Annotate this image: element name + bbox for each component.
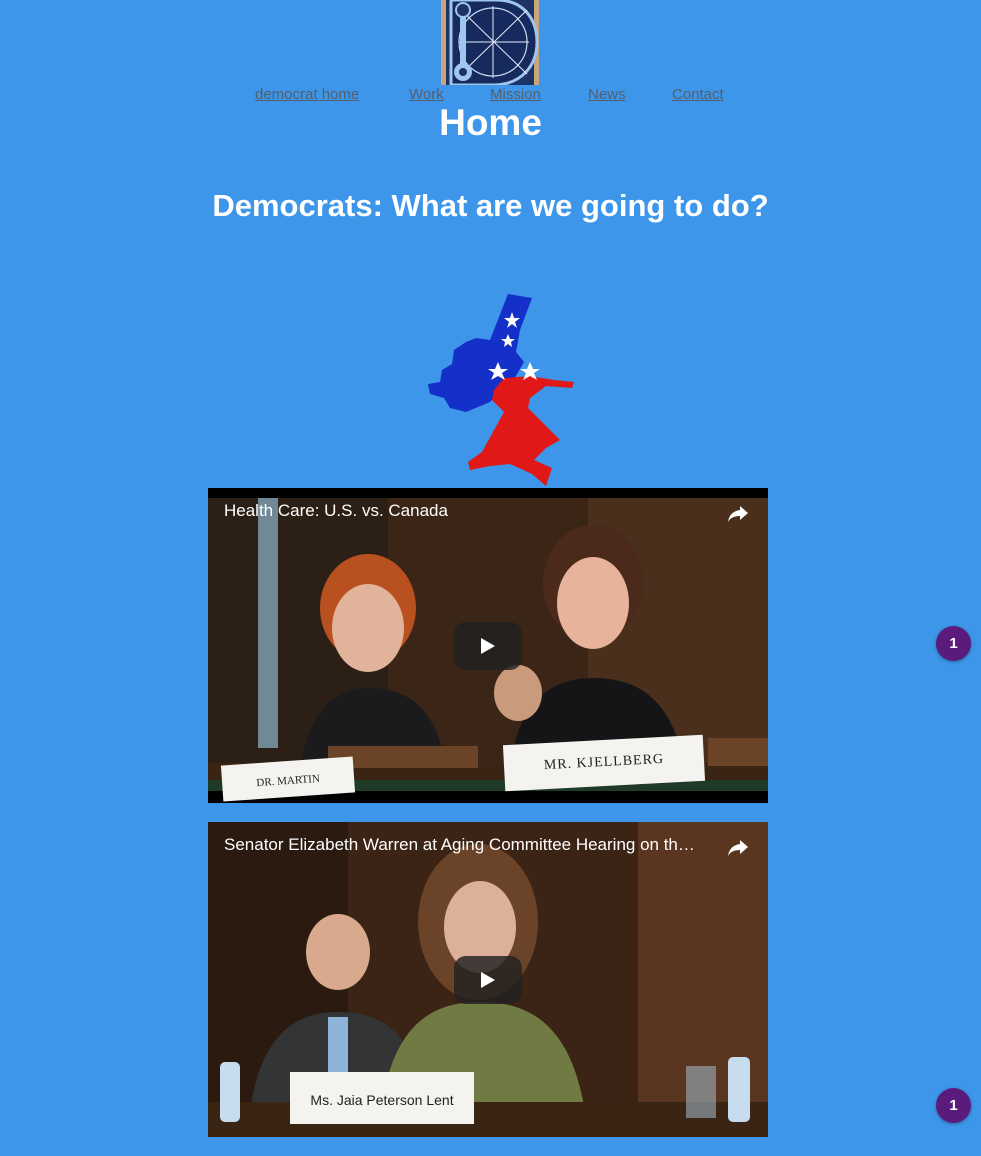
video-player-warren-hearing[interactable]: Ms. Jaia Peterson Lent Senator Elizabeth… [208,822,768,1137]
play-button[interactable] [454,956,522,1004]
site-logo[interactable] [441,0,539,87]
play-button[interactable] [454,622,522,670]
play-icon [481,972,495,988]
democratic-donkey-icon [420,290,580,486]
page-title: Home [439,102,542,143]
video-title[interactable]: Senator Elizabeth Warren at Aging Commit… [224,835,704,855]
share-icon[interactable] [726,835,750,859]
page: democrat home Work Mission News Contact … [0,0,981,1156]
nameplate: Ms. Jaia Peterson Lent [290,1072,474,1124]
video-player-health-care[interactable]: DR. MARTIN MR. KJELLBERG Health Care: U.… [208,488,768,803]
page-subtitle: Democrats: What are we going to do? [212,188,769,223]
play-icon [481,638,495,654]
notification-badge[interactable]: 1 [936,1088,971,1123]
share-icon[interactable] [726,501,750,525]
video-title[interactable]: Health Care: U.S. vs. Canada [224,501,704,521]
d-monogram-icon [441,0,539,87]
notification-badge[interactable]: 1 [936,626,971,661]
